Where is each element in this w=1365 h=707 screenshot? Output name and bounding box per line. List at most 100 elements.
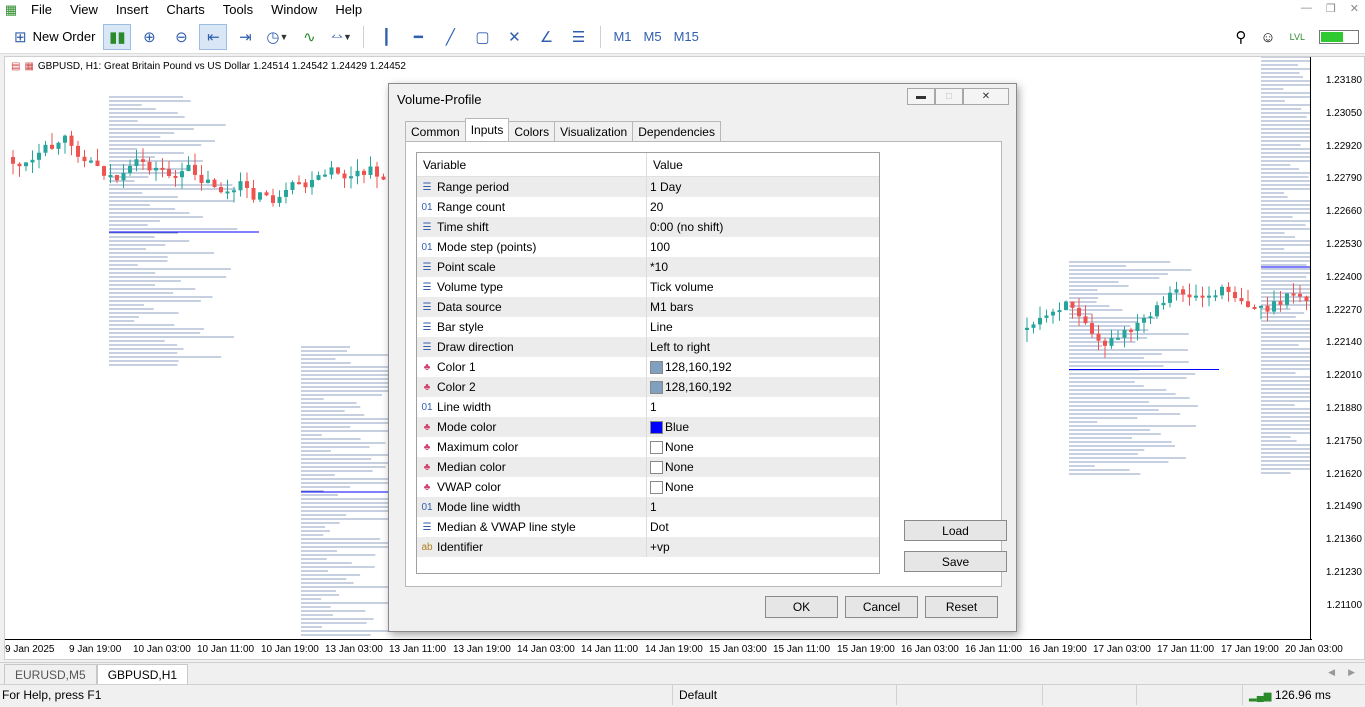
rectangle-button[interactable]: ▢ (468, 24, 496, 50)
timeframe-m15[interactable]: M15 (668, 29, 705, 44)
trendline-button[interactable]: ╱ (436, 24, 464, 50)
input-row[interactable]: 01 Range count 20 (417, 197, 879, 217)
timeframe-m5[interactable]: M5 (638, 29, 668, 44)
input-value-cell[interactable]: +vp (647, 537, 879, 557)
input-value-cell[interactable]: 20 (647, 197, 879, 217)
close-icon[interactable]: ✕ (1350, 2, 1359, 15)
templates-button[interactable]: ⥎ ▼ (327, 24, 355, 50)
dialog-close-button[interactable]: ✕ (963, 88, 1009, 105)
menu-charts[interactable]: Charts (157, 0, 213, 20)
input-row[interactable]: ☰ Volume type Tick volume (417, 277, 879, 297)
fibonacci-button[interactable]: ✕ (500, 24, 528, 50)
cancel-button[interactable]: Cancel (845, 596, 918, 618)
input-value-cell[interactable]: 0:00 (no shift) (647, 217, 879, 237)
candle-body (316, 175, 321, 180)
input-value-cell[interactable]: 1 (647, 397, 879, 417)
input-row[interactable]: 01 Mode step (points) 100 (417, 237, 879, 257)
input-value-cell[interactable]: Line (647, 317, 879, 337)
input-value-cell[interactable]: 1 Day (647, 177, 879, 197)
ok-button[interactable]: OK (765, 596, 838, 618)
zoom-in-button[interactable]: ⊕ (135, 24, 163, 50)
horizontal-line-button[interactable]: ━ (404, 24, 432, 50)
connection-battery-icon (1319, 30, 1359, 44)
account-icon[interactable]: ☺ (1260, 29, 1275, 46)
chart-shift-button[interactable]: ⇥ (231, 24, 259, 50)
input-row[interactable]: ♣ Color 1 128,160,192 (417, 357, 879, 377)
input-value-cell[interactable]: Dot (647, 517, 879, 537)
tab-visualization[interactable]: Visualization (554, 121, 634, 141)
input-value: 1 (650, 400, 657, 414)
timeframe-m1[interactable]: M1 (607, 29, 637, 44)
tab-dependencies[interactable]: Dependencies (632, 121, 721, 141)
input-row[interactable]: 01 Line width 1 (417, 397, 879, 417)
input-row[interactable]: ☰ Draw direction Left to right (417, 337, 879, 357)
new-order-button[interactable]: ⊞ New Order (8, 28, 101, 46)
candle-body (121, 172, 126, 181)
search-icon[interactable]: ⚲ (1235, 28, 1246, 46)
candle-body (1285, 293, 1289, 305)
input-value-cell[interactable]: 100 (647, 237, 879, 257)
input-value-cell[interactable]: None (647, 457, 879, 477)
menu-tools[interactable]: Tools (214, 0, 262, 20)
restore-icon[interactable]: ❐ (1326, 2, 1336, 15)
indicators-button[interactable]: ∿ (295, 24, 323, 50)
dialog-maximize-button[interactable]: □ (935, 88, 963, 105)
vertical-line-button[interactable]: ┃ (372, 24, 400, 50)
chart-tab-eurusd[interactable]: EURUSD,M5 (4, 664, 97, 684)
input-row[interactable]: ♣ Maximum color None (417, 437, 879, 457)
chart-menu-icon[interactable]: ▤ (11, 61, 20, 72)
input-value-cell[interactable]: None (647, 477, 879, 497)
text-tool-button[interactable]: ☰ (564, 24, 592, 50)
tab-colors[interactable]: Colors (508, 121, 556, 141)
input-value-cell[interactable]: 128,160,192 (647, 357, 879, 377)
input-value-cell[interactable]: Blue (647, 417, 879, 437)
input-row[interactable]: ♣ VWAP color None (417, 477, 879, 497)
input-variable-name: Mode step (points) (437, 240, 537, 254)
price-axis[interactable]: 1.23180 1.23050 1.22920 1.22790 1.22660 1.225… (1310, 57, 1364, 641)
scroll-left-icon[interactable]: ◀ (1328, 667, 1335, 678)
input-row[interactable]: 01 Mode line width 1 (417, 497, 879, 517)
autoscroll-button[interactable]: ⇤ (199, 23, 228, 50)
input-value-cell[interactable]: Left to right (647, 337, 879, 357)
input-value-cell[interactable]: *10 (647, 257, 879, 277)
periods-button[interactable]: ◷ ▼ (263, 24, 291, 50)
tab-inputs[interactable]: Inputs (464, 118, 510, 141)
candlesticks-button[interactable]: ▮▮ (103, 23, 132, 50)
tab-common[interactable]: Common (405, 121, 466, 141)
menu-file[interactable]: File (22, 0, 61, 20)
chart-tab-gbpusd[interactable]: GBPUSD,H1 (96, 664, 189, 684)
app-icon[interactable]: ▦ (0, 0, 22, 20)
input-row[interactable]: ☰ Point scale *10 (417, 257, 879, 277)
input-value-cell[interactable]: 1 (647, 497, 879, 517)
input-row[interactable]: ♣ Median color None (417, 457, 879, 477)
menu-view[interactable]: View (61, 0, 107, 20)
time-axis[interactable]: 9 Jan 2025 9 Jan 19:00 10 Jan 03:00 10 Jan … (5, 639, 1343, 659)
minimize-icon[interactable]: — (1301, 2, 1312, 15)
channel-button[interactable]: ∠ (532, 24, 560, 50)
input-row[interactable]: ☰ Data source M1 bars (417, 297, 879, 317)
scroll-right-icon[interactable]: ▶ (1348, 667, 1355, 678)
input-row[interactable]: ☰ Median & VWAP line style Dot (417, 517, 879, 537)
load-button[interactable]: Load (904, 520, 1007, 541)
candle-body (1220, 286, 1224, 296)
dialog-minimize-button[interactable]: ▬ (907, 88, 935, 105)
menu-help[interactable]: Help (326, 0, 371, 20)
zoom-out-button[interactable]: ⊖ (167, 24, 195, 50)
lvl2-icon[interactable]: LVL (1290, 32, 1305, 42)
input-row[interactable]: ☰ Range period 1 Day (417, 177, 879, 197)
fibonacci-icon: ✕ (508, 28, 521, 46)
input-value-cell[interactable]: M1 bars (647, 297, 879, 317)
input-value-cell[interactable]: 128,160,192 (647, 377, 879, 397)
reset-button[interactable]: Reset (925, 596, 998, 618)
save-button[interactable]: Save (904, 551, 1007, 572)
input-value-cell[interactable]: Tick volume (647, 277, 879, 297)
input-row[interactable]: ☰ Time shift 0:00 (no shift) (417, 217, 879, 237)
input-row[interactable]: ♣ Mode color Blue (417, 417, 879, 437)
input-value-cell[interactable]: None (647, 437, 879, 457)
menu-insert[interactable]: Insert (107, 0, 158, 20)
input-row[interactable]: ♣ Color 2 128,160,192 (417, 377, 879, 397)
status-connection[interactable]: ▂▄▆ 126.96 ms (1242, 685, 1365, 705)
input-row[interactable]: ab Identifier +vp (417, 537, 879, 557)
menu-window[interactable]: Window (262, 0, 326, 20)
input-row[interactable]: ☰ Bar style Line (417, 317, 879, 337)
